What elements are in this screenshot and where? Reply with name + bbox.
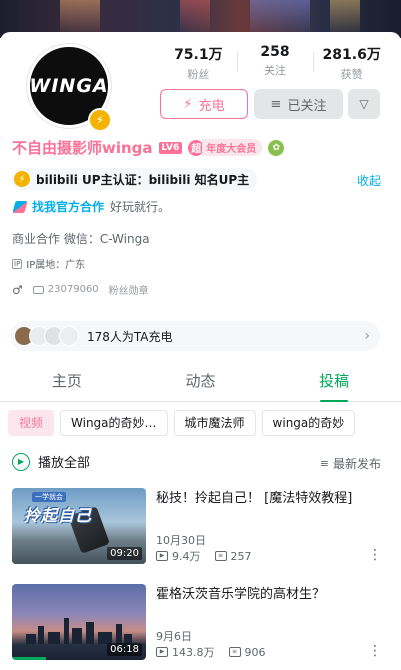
meta-row: ♂ 23079060 粉丝勋章 xyxy=(12,282,149,298)
cooperation-icon xyxy=(12,200,28,213)
video-date: 9月6日 xyxy=(156,630,192,643)
tab-dynamics[interactable]: 动态 xyxy=(134,362,268,401)
menu-icon: ≡ xyxy=(270,96,282,112)
video-card[interactable]: 06:18 霍格沃茨音乐学院的高材生？ 9月6日 ▶ 143.8万 ≡ 906 … xyxy=(12,584,392,666)
view-count: ▶ 9.4万 xyxy=(156,548,201,564)
uid-text: 23079060 xyxy=(47,284,99,295)
video-duration: 06:18 xyxy=(107,643,142,656)
male-icon: ♂ xyxy=(12,282,23,297)
danmaku-count: ≡ 257 xyxy=(214,549,252,563)
video-stats: ▶ 143.8万 ≡ 906 xyxy=(156,644,266,660)
tab-home[interactable]: 主页 xyxy=(0,362,134,401)
profile-card: WINGA ⚡ 75.1万 粉丝 258 关注 281.6万 获赞 ⚡ 充电 ≡… xyxy=(0,32,401,372)
stat-fans[interactable]: 75.1万 粉丝 xyxy=(160,44,237,82)
view-count-text: 9.4万 xyxy=(172,550,201,563)
watch-progress xyxy=(12,657,46,660)
video-card[interactable]: 一学就会 拎起自己 09:20 秘技！拎起自己！ [魔法特效教程] 10月30日… xyxy=(12,488,392,570)
charge-button[interactable]: ⚡ 充电 xyxy=(160,89,248,119)
chip-series[interactable]: winga的奇妙 xyxy=(261,410,356,436)
chevron-right-icon: › xyxy=(364,328,370,344)
play-all-label: 播放全部 xyxy=(38,456,91,471)
charge-list-bar[interactable]: 178人为TA充电 › xyxy=(10,321,380,351)
lightning-cert-icon: ⚡ xyxy=(14,171,30,187)
sort-label: 最新发布 xyxy=(332,457,381,471)
certification-text: bilibili UP主认证：bilibili 知名UP主 xyxy=(36,172,250,187)
vip-badge[interactable]: 超 年度大会员 xyxy=(188,139,263,156)
view-count-text: 143.8万 xyxy=(172,646,215,659)
lightning-icon: ⚡ xyxy=(183,96,193,112)
play-all-button[interactable]: ▶ 播放全部 xyxy=(12,452,90,471)
video-date: 10月30日 xyxy=(156,534,206,547)
thumbnail-title: 拎起自己 xyxy=(24,506,93,525)
chip-series[interactable]: 城市魔法师 xyxy=(173,410,256,436)
cooperation-tagline: 好玩就行。 xyxy=(110,200,171,214)
charger-avatar xyxy=(59,326,79,346)
cooperation-row: 找我官方合作 好玩就行。 xyxy=(12,198,171,215)
chip-series[interactable]: Winga的奇妙… xyxy=(60,410,168,436)
thumbnail-skyline xyxy=(22,618,132,644)
play-icon: ▶ xyxy=(12,452,30,471)
play-count-icon: ▶ xyxy=(156,551,168,561)
video-title: 霍格沃茨音乐学院的高材生？ xyxy=(156,587,326,602)
danmaku-count: ≡ 906 xyxy=(228,645,266,659)
ip-icon: IP xyxy=(12,258,23,269)
level-badge: LV6 xyxy=(158,141,183,154)
more-button[interactable]: ▽ xyxy=(348,89,380,119)
id-card-icon xyxy=(32,285,44,294)
stats-bar: 75.1万 粉丝 258 关注 281.6万 获赞 xyxy=(160,44,390,82)
video-title: 秘技！拎起自己！ [魔法特效教程] xyxy=(156,491,353,506)
cooperation-link[interactable]: 找我官方合作 xyxy=(32,198,104,215)
charge-button-label: 充电 xyxy=(198,98,225,114)
video-thumbnail[interactable]: 06:18 xyxy=(12,584,146,660)
more-options-icon[interactable]: ⋮ xyxy=(368,548,382,562)
vip-label: 年度大会员 xyxy=(202,139,263,156)
stat-label: 粉丝 xyxy=(187,68,210,81)
view-count: ▶ 143.8万 xyxy=(156,644,215,660)
stat-label: 获赞 xyxy=(340,68,363,81)
danmaku-icon: ≡ xyxy=(214,551,227,561)
sort-button[interactable]: ≡ 最新发布 xyxy=(320,455,381,472)
uid[interactable]: 23079060 xyxy=(32,284,99,295)
profile-tabs: 主页 动态 投稿 xyxy=(0,362,401,402)
video-thumbnail[interactable]: 一学就会 拎起自己 09:20 xyxy=(12,488,146,564)
danmaku-count-text: 906 xyxy=(244,645,266,659)
lightning-badge-icon: ⚡ xyxy=(88,108,112,132)
stat-following[interactable]: 258 关注 xyxy=(236,44,314,82)
pendant-icon: ✿ xyxy=(268,139,285,156)
chip-videos[interactable]: 视频 xyxy=(8,410,55,436)
fan-medal-link[interactable]: 粉丝勋章 xyxy=(109,282,149,297)
video-stats: ▶ 9.4万 ≡ 257 xyxy=(156,548,252,564)
collapse-link[interactable]: 收起 xyxy=(357,172,381,189)
bio: 商业合作 微信：C-Winga xyxy=(12,232,150,246)
stat-value: 281.6万 xyxy=(322,47,381,63)
certification: ⚡ bilibili UP主认证：bilibili 知名UP主 xyxy=(12,168,258,190)
tab-uploads[interactable]: 投稿 xyxy=(267,362,401,402)
sort-icon: ≡ xyxy=(319,457,329,470)
avatar-logo: WINGA xyxy=(29,75,109,97)
stat-value: 75.1万 xyxy=(174,47,223,63)
danmaku-count-text: 257 xyxy=(230,549,252,563)
name-row: 不自由摄影师winga LV6 超 年度大会员 ✿ xyxy=(12,137,285,158)
stat-label: 关注 xyxy=(264,64,286,77)
ip-location: IP IP属地：广东 xyxy=(12,256,85,271)
video-duration: 09:20 xyxy=(107,547,142,560)
chevron-down-icon: ▽ xyxy=(359,97,369,111)
username: 不自由摄影师winga xyxy=(12,139,153,157)
follow-button-label: 已关注 xyxy=(287,98,327,114)
filter-chips: 视频 Winga的奇妙… 城市魔法师 winga的奇妙 xyxy=(8,410,356,436)
follow-button[interactable]: ≡ 已关注 xyxy=(254,89,343,119)
charge-count-text: 178人为TA充电 xyxy=(87,329,173,344)
ip-location-text: IP属地：广东 xyxy=(26,260,86,271)
thumbnail-subtitle: 一学就会 xyxy=(32,492,66,502)
more-options-icon[interactable]: ⋮ xyxy=(368,644,382,658)
play-count-icon: ▶ xyxy=(156,647,168,657)
stat-likes[interactable]: 281.6万 获赞 xyxy=(313,44,390,82)
stat-value: 258 xyxy=(260,44,290,60)
danmaku-icon: ≡ xyxy=(228,647,241,657)
charger-avatars xyxy=(14,326,79,346)
